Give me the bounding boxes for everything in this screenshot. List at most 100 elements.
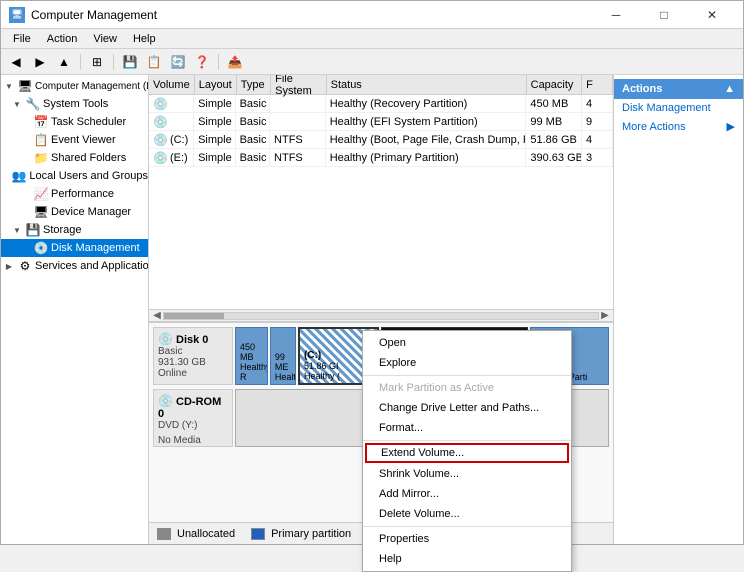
cell-vol-label-4: (E:)	[170, 152, 188, 164]
tree-item-event-viewer[interactable]: 📋 Event Viewer	[1, 131, 148, 149]
menu-bar: File Action View Help	[1, 29, 743, 49]
ctx-item-delete-volume[interactable]: Delete Volume...	[363, 504, 571, 524]
col-header-free[interactable]: F	[582, 75, 613, 94]
cell-free-4: 3	[582, 149, 613, 166]
scroll-right-btn[interactable]: ▶	[599, 310, 611, 321]
cdrom-type: DVD (Y:)	[158, 420, 228, 431]
window-title: Computer Management	[31, 8, 157, 22]
save-button[interactable]: 💾	[119, 51, 141, 73]
cell-capacity-2: 99 MB	[526, 113, 582, 130]
cell-status-1: Healthy (Recovery Partition)	[326, 95, 527, 112]
cell-capacity-4: 390.63 GB	[526, 149, 582, 166]
disk-partition-recovery[interactable]: 450 MB Healthy R	[235, 327, 268, 385]
help-button[interactable]: ❓	[191, 51, 213, 73]
table-row[interactable]: 💿 Simple Basic Healthy (Recovery Partiti…	[149, 95, 613, 113]
forward-button[interactable]: ▶	[29, 51, 51, 73]
computer-icon: 🖥	[17, 78, 33, 94]
system-tools-icon: 🔧	[25, 96, 41, 112]
tree-panel[interactable]: ▼ 🖥 Computer Management (Loc... ▼ 🔧 Syst…	[1, 75, 149, 544]
menu-file[interactable]: File	[5, 31, 39, 47]
table-row[interactable]: 💿 (C:) Simple Basic NTFS Healthy (Boot, …	[149, 131, 613, 149]
expand-services-icon: ▶	[1, 258, 17, 274]
cell-volume-2: 💿	[149, 113, 194, 130]
tree-item-services[interactable]: ▶ ⚙ Services and Applications	[1, 257, 148, 275]
partition-type: Healthy R	[240, 362, 263, 382]
expand-system-tools-icon: ▼	[9, 96, 25, 112]
col-header-volume[interactable]: Volume	[149, 75, 195, 94]
ctx-item-shrink-volume[interactable]: Shrink Volume...	[363, 464, 571, 484]
cell-free-2: 9	[582, 113, 613, 130]
export-button[interactable]: 📤	[224, 51, 246, 73]
horizontal-scrollbar[interactable]: ◀ ▶	[149, 309, 613, 321]
tree-item-shared-folders[interactable]: 📁 Shared Folders	[1, 149, 148, 167]
tree-item-system-tools[interactable]: ▼ 🔧 System Tools	[1, 95, 148, 113]
ctx-item-change-drive[interactable]: Change Drive Letter and Paths...	[363, 398, 571, 418]
ctx-item-explore[interactable]: Explore	[363, 353, 571, 373]
maximize-button[interactable]: □	[641, 1, 687, 29]
context-menu: Open Explore Mark Partition as Active Ch…	[362, 330, 572, 572]
ctx-item-open[interactable]: Open	[363, 333, 571, 353]
disk-0-status: Online	[158, 368, 228, 379]
scrollbar-track[interactable]	[163, 312, 599, 320]
disk-0-size: 931.30 GB	[158, 357, 228, 368]
show-hide-button[interactable]: ⊞	[86, 51, 108, 73]
ctx-separator-1	[363, 375, 571, 376]
tree-item-storage[interactable]: ▼ 💾 Storage	[1, 221, 148, 239]
scroll-left-btn[interactable]: ◀	[151, 310, 163, 321]
refresh-button[interactable]: 🔄	[167, 51, 189, 73]
tree-item-performance[interactable]: 📈 Performance	[1, 185, 148, 203]
menu-view[interactable]: View	[85, 31, 125, 47]
tree-item-disk-management[interactable]: 💿 Disk Management	[1, 239, 148, 257]
disk-partition-efi[interactable]: 99 ME Healti	[270, 327, 296, 385]
menu-help[interactable]: Help	[125, 31, 164, 47]
menu-action[interactable]: Action	[39, 31, 86, 47]
tree-item-root[interactable]: ▼ 🖥 Computer Management (Loc...	[1, 77, 148, 95]
disk-0-name: 💿 Disk 0	[158, 332, 228, 346]
cell-vol-label-3: (C:)	[170, 134, 188, 146]
actions-disk-management[interactable]: Disk Management	[614, 99, 743, 117]
tree-item-device-manager[interactable]: 🖥 Device Manager	[1, 203, 148, 221]
col-header-filesystem[interactable]: File System	[271, 75, 327, 94]
task-scheduler-icon: 📅	[33, 114, 49, 130]
app-icon: 🖥	[9, 7, 25, 23]
back-button[interactable]: ◀	[5, 51, 27, 73]
ctx-item-add-mirror[interactable]: Add Mirror...	[363, 484, 571, 504]
actions-arrow-icon: ▲	[724, 83, 735, 95]
up-button[interactable]: ▲	[53, 51, 75, 73]
device-manager-icon: 🖥	[33, 204, 49, 220]
status-color-unallocated	[157, 528, 171, 540]
col-header-status[interactable]: Status	[327, 75, 527, 94]
cell-type-1: Basic	[236, 95, 270, 112]
scrollbar-thumb[interactable]	[164, 313, 224, 319]
col-header-type[interactable]: Type	[237, 75, 271, 94]
ctx-item-help[interactable]: Help	[363, 549, 571, 569]
disk-management-icon: 💿	[33, 240, 49, 256]
actions-disk-label: Disk Management	[622, 102, 711, 114]
services-icon: ⚙	[17, 258, 33, 274]
tree-shared-folders-label: Shared Folders	[51, 152, 126, 164]
disk-0-type: Basic	[158, 346, 228, 357]
tree-item-task-scheduler[interactable]: 📅 Task Scheduler	[1, 113, 148, 131]
table-row[interactable]: 💿 (E:) Simple Basic NTFS Healthy (Primar…	[149, 149, 613, 167]
actions-more[interactable]: More Actions ▶	[614, 117, 743, 136]
table-body: 💿 Simple Basic Healthy (Recovery Partiti…	[149, 95, 613, 309]
storage-icon: 💾	[25, 222, 41, 238]
title-bar-left: 🖥 Computer Management	[9, 7, 157, 23]
toolbar-separator-3	[218, 54, 219, 70]
col-header-capacity[interactable]: Capacity	[527, 75, 583, 94]
minimize-button[interactable]: ─	[593, 1, 639, 29]
ctx-item-properties[interactable]: Properties	[363, 529, 571, 549]
cell-type-2: Basic	[236, 113, 270, 130]
table-row[interactable]: 💿 Simple Basic Healthy (EFI System Parti…	[149, 113, 613, 131]
ctx-item-extend-volume[interactable]: Extend Volume...	[365, 443, 569, 463]
tree-item-local-users[interactable]: 👥 Local Users and Groups	[1, 167, 148, 185]
col-header-layout[interactable]: Layout	[195, 75, 237, 94]
ctx-item-format[interactable]: Format...	[363, 418, 571, 438]
cell-status-3: Healthy (Boot, Page File, Crash Dump, Pr…	[326, 131, 527, 148]
cell-layout-1: Simple	[194, 95, 236, 112]
cell-type-3: Basic	[236, 131, 270, 148]
close-button[interactable]: ✕	[689, 1, 735, 29]
properties-button[interactable]: 📋	[143, 51, 165, 73]
cell-free-1: 4	[582, 95, 613, 112]
status-item-unallocated: Unallocated	[157, 528, 235, 540]
